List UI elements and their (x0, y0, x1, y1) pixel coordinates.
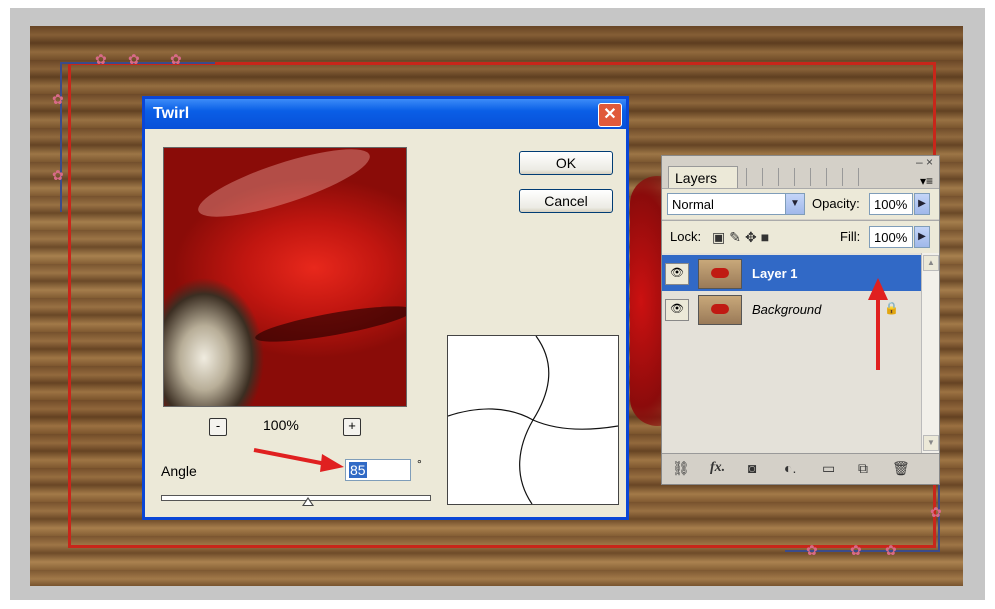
layers-scrollbar[interactable]: ▲ ▼ (921, 253, 939, 453)
twirl-dialog: Twirl ✕ OK Cancel - 100% + Angle 85 ° (142, 96, 629, 520)
lock-options: ▣✎✥■ (712, 229, 773, 246)
angle-label: Angle (161, 463, 197, 479)
opacity-arrow-icon[interactable]: ▶ (914, 193, 930, 215)
fill-input[interactable]: 100% (869, 226, 913, 248)
chevron-down-icon: ▼ (785, 194, 804, 214)
dialog-titlebar[interactable]: Twirl ✕ (145, 99, 626, 129)
lock-fill-row: Lock: ▣✎✥■ Fill: 100% ▶ (662, 220, 939, 253)
new-layer-icon[interactable]: ⧉ (858, 460, 868, 477)
preview-highlight (192, 148, 376, 230)
opacity-label: Opacity: (812, 196, 860, 211)
link-icon[interactable]: ⛓ (672, 460, 690, 477)
cancel-button[interactable]: Cancel (519, 189, 613, 213)
zoom-out-button[interactable]: - (209, 418, 227, 436)
layer-name[interactable]: Layer 1 (752, 266, 798, 281)
dialog-title: Twirl (153, 105, 190, 122)
lock-transparency-icon[interactable]: ▣ (712, 229, 729, 245)
scroll-up-icon[interactable]: ▲ (923, 255, 939, 271)
annotation-arrow-layer (868, 278, 888, 370)
preview-shadow (253, 299, 406, 349)
close-icon[interactable]: ✕ (598, 103, 622, 127)
zoom-in-button[interactable]: + (343, 418, 361, 436)
ok-button[interactable]: OK (519, 151, 613, 175)
fill-arrow-icon[interactable]: ▶ (914, 226, 930, 248)
trash-icon[interactable]: 🗑 (892, 460, 910, 477)
layers-panel: – × Layers × ▾≡ Normal ▼ Opacity: 100% ▶… (661, 155, 940, 485)
angle-slider[interactable] (161, 495, 431, 501)
visibility-eye-icon[interactable]: 👁 (665, 263, 689, 285)
lock-paint-icon[interactable]: ✎ (729, 229, 745, 245)
fill-label: Fill: (840, 229, 861, 244)
layer-thumbnail (698, 259, 742, 289)
layer-name[interactable]: Background (752, 302, 821, 317)
tab-layers-label: Layers (675, 170, 718, 186)
folder-icon[interactable]: ▭ (822, 460, 835, 477)
angle-value: 85 (349, 462, 367, 478)
panel-window-controls[interactable]: – × (916, 155, 933, 169)
fx-icon[interactable]: fx. (710, 460, 725, 476)
layer-thumbnail (698, 295, 742, 325)
annotation-arrow-angle (253, 448, 344, 472)
zoom-level: 100% (263, 417, 299, 433)
opacity-input[interactable]: 100% (869, 193, 913, 215)
angle-slider-thumb[interactable] (302, 497, 315, 506)
twirl-diagram (447, 335, 619, 505)
lock-all-icon[interactable]: ■ (761, 229, 773, 245)
layers-bottom-toolbar: ⛓ fx. ◙ ◐. ▭ ⧉ 🗑 (662, 453, 939, 484)
tab-layers[interactable]: Layers × (668, 166, 738, 202)
blend-opacity-row: Normal ▼ Opacity: 100% ▶ (662, 188, 939, 219)
blend-mode-select[interactable]: Normal ▼ (667, 193, 805, 215)
degree-symbol: ° (417, 457, 422, 471)
angle-input[interactable]: 85 (345, 459, 411, 481)
scroll-down-icon[interactable]: ▼ (923, 435, 939, 451)
adjustment-icon[interactable]: ◐. (784, 460, 796, 476)
panel-menu-icon[interactable]: ▾≡ (920, 174, 933, 188)
filter-preview[interactable] (163, 147, 407, 407)
lock-label: Lock: (670, 229, 702, 244)
blend-mode-value: Normal (672, 197, 714, 212)
mask-icon[interactable]: ◙ (748, 460, 756, 476)
visibility-eye-icon[interactable]: 👁 (665, 299, 689, 321)
lock-position-icon[interactable]: ✥ (745, 229, 761, 245)
